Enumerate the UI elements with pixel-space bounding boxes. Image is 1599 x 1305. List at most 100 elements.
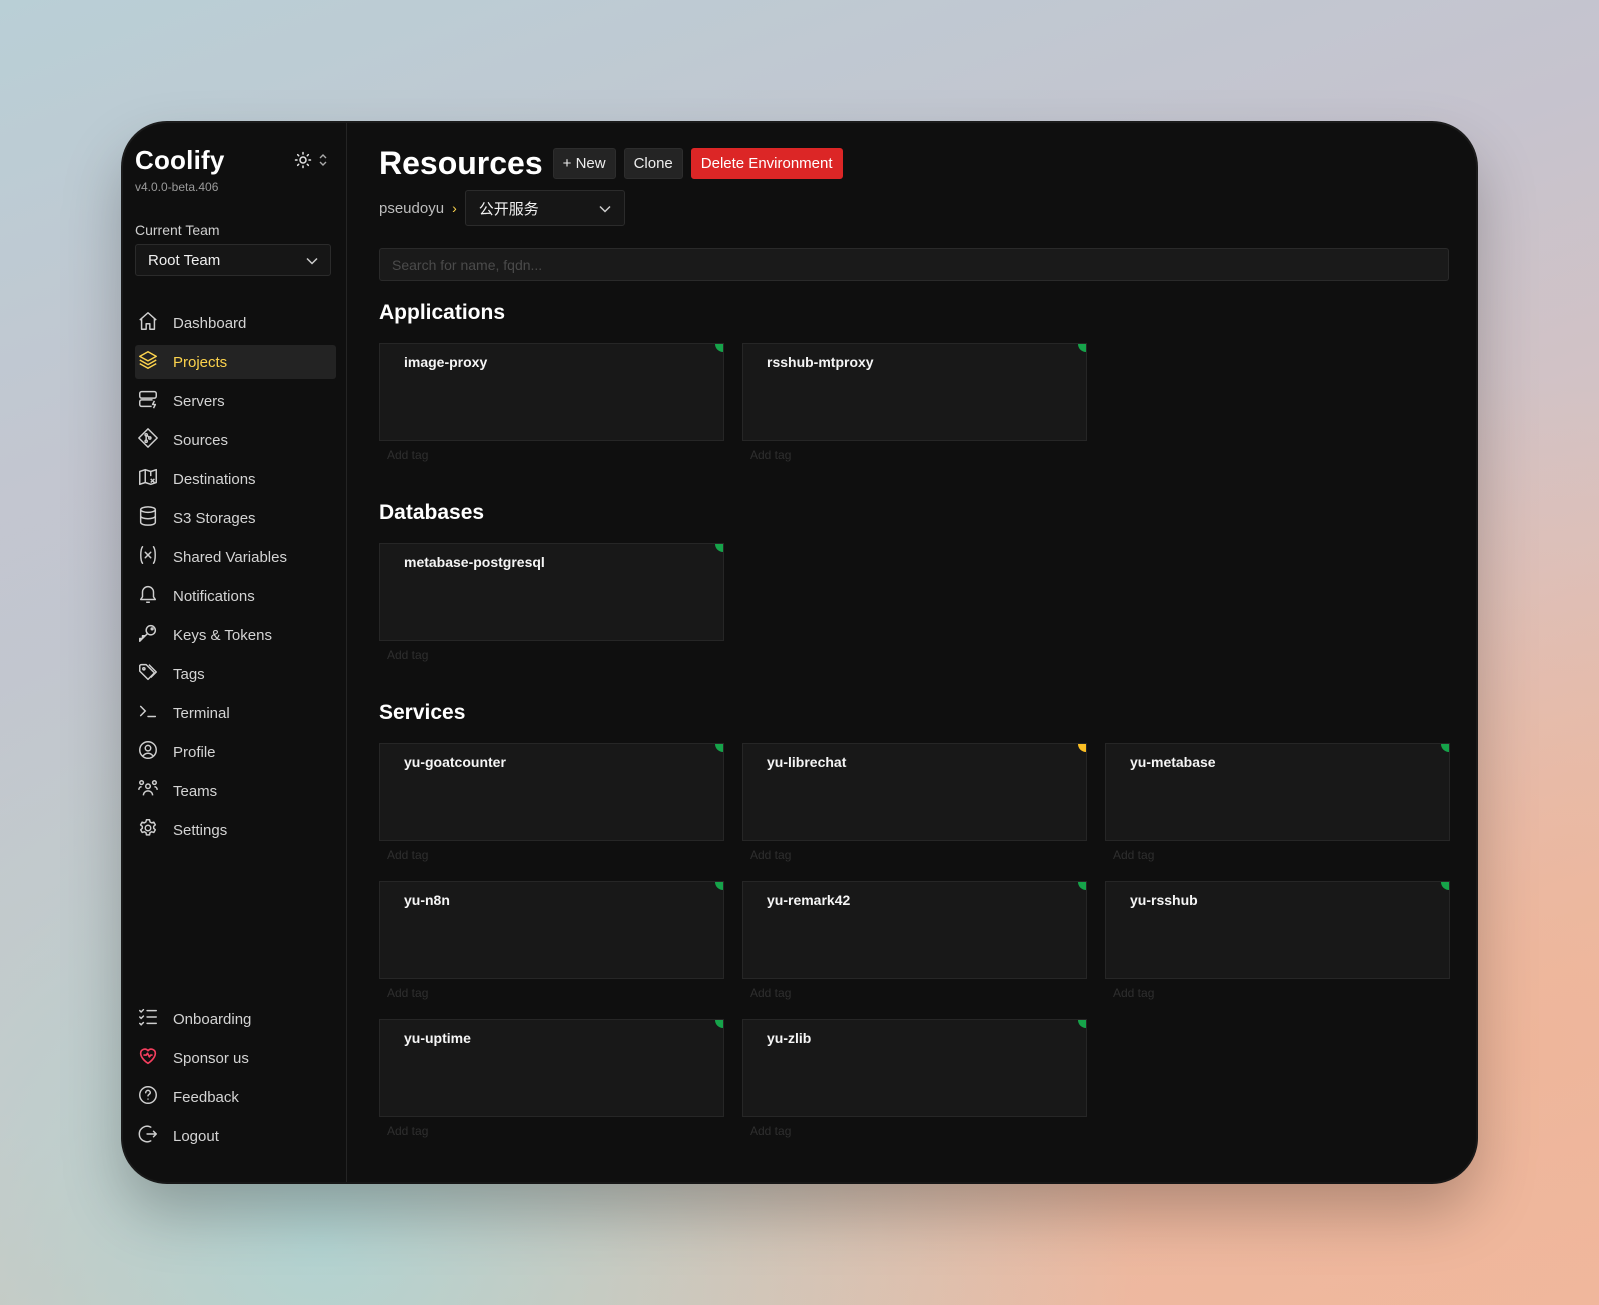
main-nav: Dashboard Projects Servers Sources Desti… <box>135 306 346 847</box>
resource-item: yu-rsshub Add tag <box>1105 881 1450 1019</box>
map-icon <box>137 466 159 492</box>
resource-grid: yu-goatcounter Add tag yu-librechat Add … <box>379 743 1451 1157</box>
sidebar-item-sponsor[interactable]: Sponsor us <box>135 1041 336 1075</box>
git-icon <box>137 427 159 453</box>
add-tag-link[interactable]: Add tag <box>742 841 1087 881</box>
sidebar-item-s3-storages[interactable]: S3 Storages <box>135 501 336 535</box>
add-tag-link[interactable]: Add tag <box>379 641 724 681</box>
logout-icon <box>137 1123 159 1149</box>
sidebar-item-logout[interactable]: Logout <box>135 1119 336 1153</box>
resource-item: metabase-postgresql Add tag <box>379 543 724 681</box>
resource-name: yu-uptime <box>404 1030 471 1046</box>
status-indicator <box>1078 882 1086 890</box>
gear-icon <box>137 817 159 843</box>
breadcrumb: pseudoyu › 公开服务 <box>379 190 1451 226</box>
sidebar-item-servers[interactable]: Servers <box>135 384 336 418</box>
resource-card-yu-uptime[interactable]: yu-uptime <box>379 1019 724 1117</box>
sidebar-item-feedback[interactable]: Feedback <box>135 1080 336 1114</box>
section-title-applications: Applications <box>379 301 506 324</box>
add-tag-link[interactable]: Add tag <box>379 441 724 481</box>
clone-button[interactable]: Clone <box>623 148 683 179</box>
resource-item: yu-n8n Add tag <box>379 881 724 1019</box>
resource-name: yu-n8n <box>404 892 450 908</box>
theme-toggle[interactable] <box>294 151 328 174</box>
add-tag-link[interactable]: Add tag <box>742 1117 1087 1157</box>
sidebar-item-projects[interactable]: Projects <box>135 345 336 379</box>
team-select[interactable]: Root Team <box>135 244 331 276</box>
sidebar-item-label: Shared Variables <box>173 548 287 566</box>
resource-item: yu-goatcounter Add tag <box>379 743 724 881</box>
resource-grid: metabase-postgresql Add tag <box>379 543 1451 681</box>
sidebar-item-tags[interactable]: Tags <box>135 657 336 691</box>
add-tag-link[interactable]: Add tag <box>742 441 1087 481</box>
checklist-icon <box>137 1006 159 1032</box>
sidebar-item-teams[interactable]: Teams <box>135 774 336 808</box>
applications-section: Applications image-proxy Add tag rsshub-… <box>379 301 1451 481</box>
page-header: Resources + New Clone Delete Environment <box>379 145 1451 182</box>
sidebar-item-dashboard[interactable]: Dashboard <box>135 306 336 340</box>
resource-name: yu-remark42 <box>767 892 851 908</box>
services-section: Services yu-goatcounter Add tag yu-libre… <box>379 701 1451 1157</box>
breadcrumb-project-link[interactable]: pseudoyu <box>379 200 444 217</box>
sidebar-item-label: Settings <box>173 821 228 839</box>
resource-card-yu-remark42[interactable]: yu-remark42 <box>742 881 1087 979</box>
sidebar-item-onboarding[interactable]: Onboarding <box>135 1002 336 1036</box>
resource-item: yu-remark42 Add tag <box>742 881 1087 1019</box>
sidebar: Coolify v4.0.0-beta.406 Current Team Roo… <box>123 123 347 1182</box>
resource-card-rsshub-mtproxy[interactable]: rsshub-mtproxy <box>742 343 1087 441</box>
app-version: v4.0.0-beta.406 <box>135 180 219 194</box>
add-tag-link[interactable]: Add tag <box>1105 979 1450 1019</box>
add-tag-link[interactable]: Add tag <box>379 1117 724 1157</box>
sidebar-item-shared-variables[interactable]: Shared Variables <box>135 540 336 574</box>
sidebar-item-settings[interactable]: Settings <box>135 813 336 847</box>
users-icon <box>137 778 159 804</box>
sidebar-item-label: Onboarding <box>173 1010 252 1028</box>
sidebar-item-label: Notifications <box>173 587 255 605</box>
resource-grid: image-proxy Add tag rsshub-mtproxy Add t… <box>379 343 1451 481</box>
terminal-icon <box>137 700 159 726</box>
user-circle-icon <box>137 739 159 765</box>
sidebar-item-label: Profile <box>173 743 216 761</box>
sidebar-item-terminal[interactable]: Terminal <box>135 696 336 730</box>
sidebar-item-label: Feedback <box>173 1088 239 1106</box>
status-indicator <box>1078 344 1086 352</box>
current-team-label: Current Team <box>135 222 220 238</box>
resource-card-yu-metabase[interactable]: yu-metabase <box>1105 743 1450 841</box>
sidebar-item-label: Teams <box>173 782 218 800</box>
delete-environment-button[interactable]: Delete Environment <box>690 148 843 179</box>
resource-name: yu-metabase <box>1130 754 1216 770</box>
resource-card-image-proxy[interactable]: image-proxy <box>379 343 724 441</box>
sidebar-item-label: Destinations <box>173 470 256 488</box>
sidebar-item-sources[interactable]: Sources <box>135 423 336 457</box>
add-tag-link[interactable]: Add tag <box>379 841 724 881</box>
sidebar-item-keys-tokens[interactable]: Keys & Tokens <box>135 618 336 652</box>
add-tag-link[interactable]: Add tag <box>379 979 724 1019</box>
sidebar-bottom-nav: Onboarding Sponsor us Feedback Logout <box>135 1002 336 1158</box>
resource-item: yu-zlib Add tag <box>742 1019 1087 1157</box>
status-indicator <box>1078 744 1086 752</box>
resource-name: image-proxy <box>404 354 488 370</box>
resource-card-yu-goatcounter[interactable]: yu-goatcounter <box>379 743 724 841</box>
resource-card-yu-rsshub[interactable]: yu-rsshub <box>1105 881 1450 979</box>
environment-select[interactable]: 公开服务 <box>464 190 625 226</box>
app-logo[interactable]: Coolify <box>135 145 225 176</box>
resource-item: image-proxy Add tag <box>379 343 724 481</box>
sidebar-item-label: Dashboard <box>173 314 247 332</box>
new-resource-button[interactable]: + New <box>552 148 616 179</box>
heart-icon <box>137 1045 159 1071</box>
sidebar-item-label: Keys & Tokens <box>173 626 272 644</box>
add-tag-link[interactable]: Add tag <box>742 979 1087 1019</box>
search-input[interactable] <box>379 248 1449 281</box>
sidebar-item-destinations[interactable]: Destinations <box>135 462 336 496</box>
sidebar-item-profile[interactable]: Profile <box>135 735 336 769</box>
resource-card-yu-librechat[interactable]: yu-librechat <box>742 743 1087 841</box>
resource-card-yu-n8n[interactable]: yu-n8n <box>379 881 724 979</box>
variable-icon <box>137 544 159 570</box>
add-tag-link[interactable]: Add tag <box>1105 841 1450 881</box>
sun-icon <box>294 151 312 174</box>
resource-card-metabase-postgresql[interactable]: metabase-postgresql <box>379 543 724 641</box>
breadcrumb-separator: › <box>452 200 457 216</box>
resource-card-yu-zlib[interactable]: yu-zlib <box>742 1019 1087 1117</box>
team-select-value: Root Team <box>148 251 221 269</box>
sidebar-item-notifications[interactable]: Notifications <box>135 579 336 613</box>
